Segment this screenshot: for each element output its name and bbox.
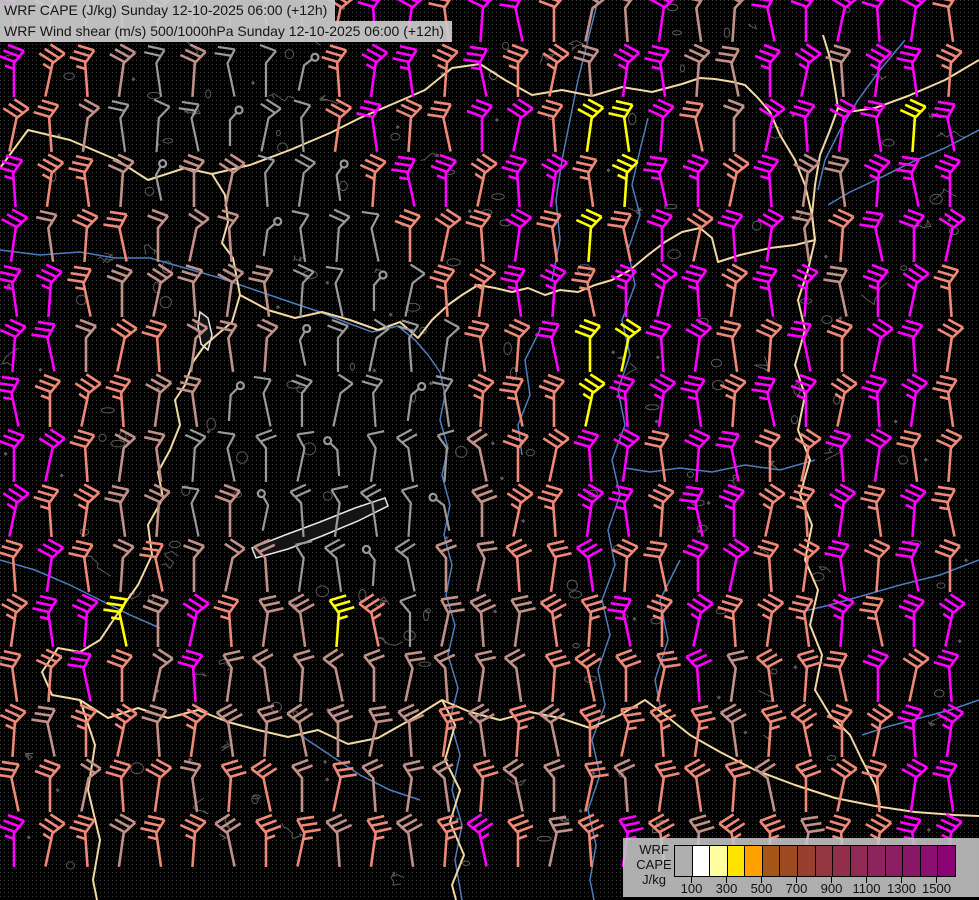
legend-swatch: [693, 846, 711, 876]
legend-swatch: [868, 846, 886, 876]
legend-swatch: [921, 846, 939, 876]
map-title-block: WRF CAPE (J/kg) Sunday 12-10-2025 06:00 …: [0, 0, 452, 42]
legend-label: WRF: [631, 842, 677, 857]
wrf-map-canvas: [0, 0, 979, 900]
legend-tick-label: 1500: [915, 881, 959, 896]
title-cape: WRF CAPE (J/kg) Sunday 12-10-2025 06:00 …: [0, 0, 335, 21]
legend-swatch: [763, 846, 781, 876]
weather-map-viewport: WRF CAPE (J/kg) Sunday 12-10-2025 06:00 …: [0, 0, 979, 900]
stipple-overlay: [0, 0, 979, 900]
legend-swatch: [728, 846, 746, 876]
legend-swatch: [816, 846, 834, 876]
legend-swatch: [903, 846, 921, 876]
cape-legend: WRFCAPEJ/kg 100300500700900110013001500: [623, 838, 979, 897]
legend-label: CAPE: [631, 857, 677, 872]
legend-swatch: [745, 846, 763, 876]
legend-swatch: [710, 846, 728, 876]
legend-swatch: [938, 846, 955, 876]
legend-color-bar: [674, 845, 956, 877]
legend-swatch: [798, 846, 816, 876]
title-wind-shear: WRF Wind shear (m/s) 500/1000hPa Sunday …: [0, 21, 452, 42]
legend-swatch: [780, 846, 798, 876]
legend-swatch: [833, 846, 851, 876]
legend-swatch: [851, 846, 869, 876]
legend-swatch: [675, 846, 693, 876]
legend-swatch: [886, 846, 904, 876]
